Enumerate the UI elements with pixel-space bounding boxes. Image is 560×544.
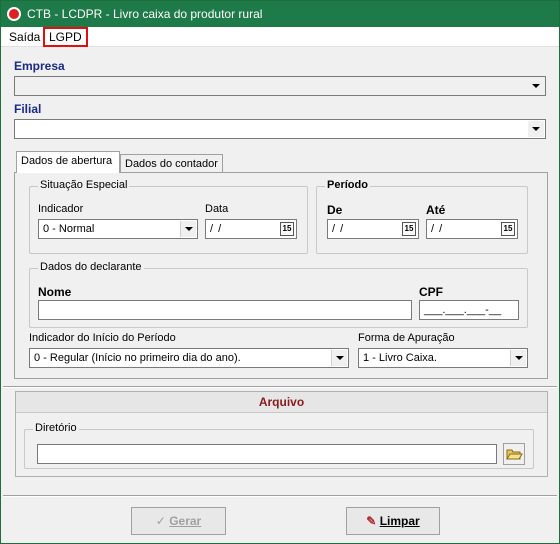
calendar-icon[interactable]: 15 <box>501 222 515 236</box>
menu-lgpd[interactable]: LGPD <box>43 27 88 47</box>
diretorio-group: Diretório <box>24 422 534 469</box>
ate-value: / / <box>431 223 444 235</box>
cpf-field[interactable]: ___.___.___-__ <box>419 300 519 320</box>
cpf-value: ___.___.___-__ <box>424 304 502 316</box>
de-field[interactable]: / / 15 <box>327 219 419 239</box>
cpf-label: CPF <box>419 285 443 299</box>
filial-select[interactable] <box>14 119 546 139</box>
data-label: Data <box>205 203 229 215</box>
menu-bar: Saída LGPD <box>1 27 559 47</box>
limpar-button[interactable]: ✎ Limpar <box>346 507 440 535</box>
title-bar: CTB - LCDPR - Livro caixa do produtor ru… <box>1 1 559 27</box>
ate-field[interactable]: / / 15 <box>426 219 518 239</box>
chevron-down-icon[interactable] <box>180 221 196 237</box>
tab-panel: Situação Especial Indicador 0 - Normal D… <box>14 172 548 379</box>
empresa-label: Empresa <box>14 59 65 73</box>
window-title: CTB - LCDPR - Livro caixa do produtor ru… <box>27 7 263 21</box>
indicador-select[interactable]: 0 - Normal <box>38 219 198 239</box>
browse-folder-button[interactable] <box>503 443 525 465</box>
nome-field[interactable] <box>38 300 412 320</box>
ate-label: Até <box>426 203 446 217</box>
chevron-down-icon[interactable] <box>510 350 526 366</box>
menu-saida[interactable]: Saída <box>5 30 44 44</box>
tab-dados-contador[interactable]: Dados do contador <box>120 154 223 174</box>
empresa-select[interactable] <box>14 76 546 96</box>
declarante-group: Dados do declarante Nome CPF ___.___.___… <box>29 261 528 328</box>
tab-dados-abertura[interactable]: Dados de abertura <box>16 151 120 173</box>
chevron-down-icon[interactable] <box>528 78 544 94</box>
check-icon: ✓ <box>155 514 166 528</box>
indicador-value: 0 - Normal <box>43 223 95 235</box>
situacao-especial-title: Situação Especial <box>38 179 130 191</box>
calendar-icon[interactable]: 15 <box>402 222 416 236</box>
app-logo-icon <box>7 7 21 21</box>
forma-apuracao-value: 1 - Livro Caixa. <box>363 352 437 364</box>
folder-open-icon <box>506 449 523 460</box>
chevron-down-icon[interactable] <box>331 350 347 366</box>
periodo-group: Período De / / 15 Até / / 15 <box>316 179 528 254</box>
nome-label: Nome <box>38 285 72 299</box>
periodo-title: Período <box>325 179 370 191</box>
de-label: De <box>327 203 343 217</box>
filial-label: Filial <box>14 102 42 116</box>
arquivo-section: Arquivo Diretório <box>15 391 548 477</box>
gerar-button[interactable]: ✓ Gerar <box>131 507 226 535</box>
indicador-label: Indicador <box>38 203 84 215</box>
indicador-inicio-value: 0 - Regular (Início no primeiro dia do a… <box>34 352 241 364</box>
limpar-label: Limpar <box>379 514 420 528</box>
situacao-especial-group: Situação Especial Indicador 0 - Normal D… <box>29 179 308 254</box>
indicador-inicio-label: Indicador do Início do Período <box>29 332 176 344</box>
gerar-label: Gerar <box>169 514 202 528</box>
forma-apuracao-select[interactable]: 1 - Livro Caixa. <box>358 348 528 368</box>
footer-divider <box>3 495 557 497</box>
main-window: CTB - LCDPR - Livro caixa do produtor ru… <box>0 0 560 544</box>
broom-icon: ✎ <box>366 514 377 528</box>
de-value: / / <box>332 223 345 235</box>
data-field[interactable]: / / 15 <box>205 219 297 239</box>
diretorio-label: Diretório <box>33 422 79 434</box>
diretorio-field[interactable] <box>37 444 497 464</box>
declarante-title: Dados do declarante <box>38 261 144 273</box>
chevron-down-icon[interactable] <box>528 121 544 137</box>
data-value: / / <box>210 223 223 235</box>
indicador-inicio-select[interactable]: 0 - Regular (Início no primeiro dia do a… <box>29 348 349 368</box>
arquivo-title: Arquivo <box>16 392 547 413</box>
calendar-icon[interactable]: 15 <box>280 222 294 236</box>
forma-apuracao-label: Forma de Apuração <box>358 332 455 344</box>
divider <box>3 386 557 388</box>
